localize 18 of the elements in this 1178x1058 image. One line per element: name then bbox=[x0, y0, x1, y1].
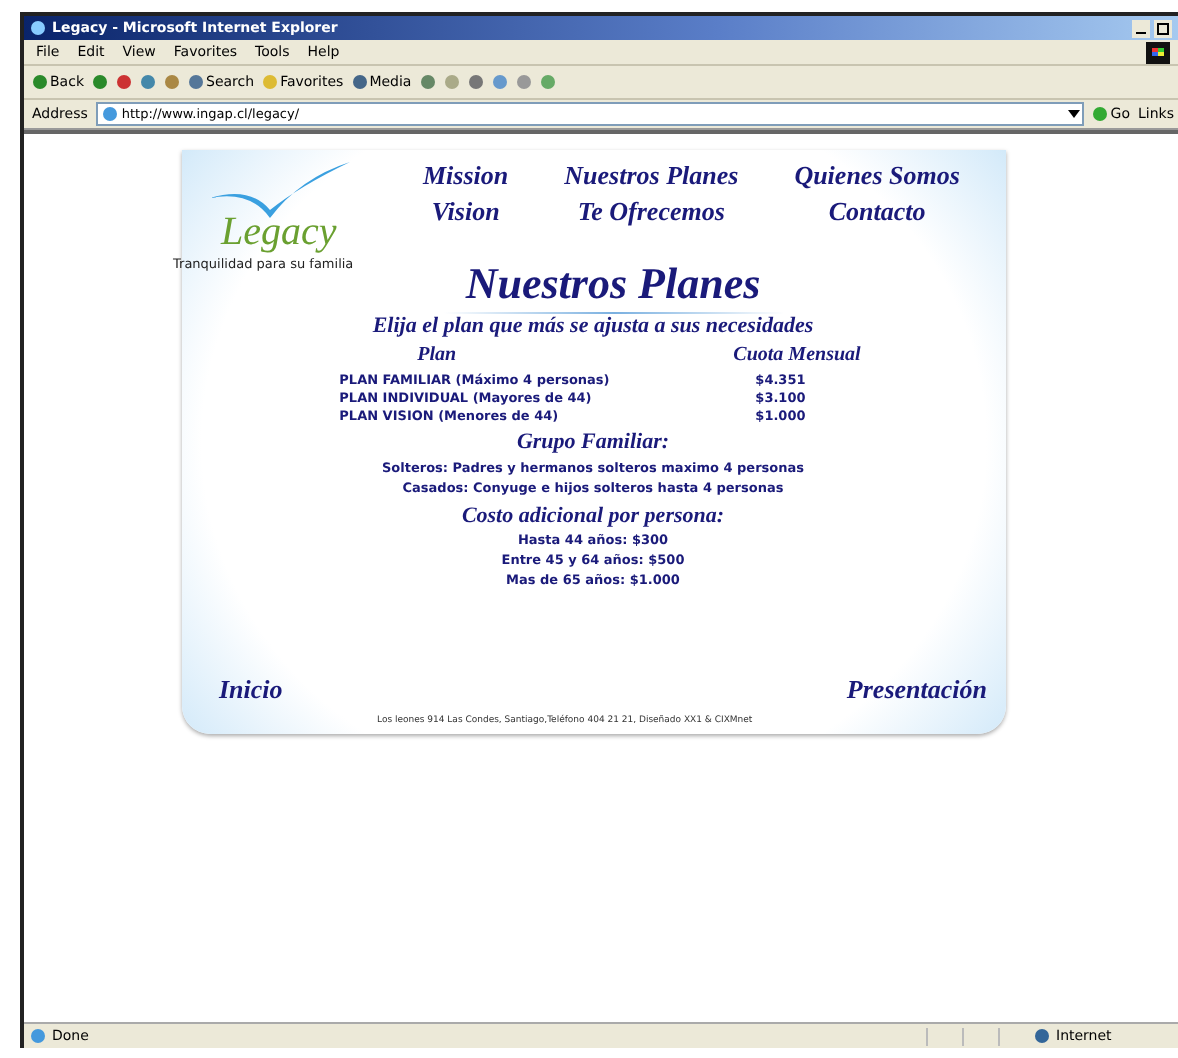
page-heading: Nuestros Planes bbox=[463, 256, 763, 311]
dropdown-icon bbox=[1066, 106, 1083, 122]
column-header: Plan bbox=[415, 344, 459, 370]
nav-link[interactable]: Contacto bbox=[788, 196, 966, 229]
windows-logo-icon bbox=[1146, 41, 1170, 63]
presentation-link[interactable]: Presentación bbox=[840, 674, 993, 707]
nav-link[interactable]: Mission bbox=[417, 160, 515, 193]
nav-link[interactable]: Vision bbox=[417, 196, 515, 229]
logo-text: Legacy bbox=[221, 210, 337, 256]
nav-link[interactable]: Te Ofrecemos bbox=[558, 196, 745, 229]
section-title: Grupo Familiar: bbox=[514, 429, 672, 457]
column-header: Cuota Mensual bbox=[731, 344, 863, 370]
subheading: Elija el plan que más se ajusta a sus necesidades bbox=[370, 313, 816, 341]
window-controls-icon[interactable] bbox=[1132, 19, 1176, 37]
section-title: Costo adicional por persona: bbox=[459, 503, 727, 531]
home-link[interactable]: Inicio bbox=[213, 674, 289, 707]
nav-link[interactable]: Quienes Somos bbox=[788, 160, 966, 193]
nav-link[interactable]: Nuestros Planes bbox=[558, 160, 745, 193]
